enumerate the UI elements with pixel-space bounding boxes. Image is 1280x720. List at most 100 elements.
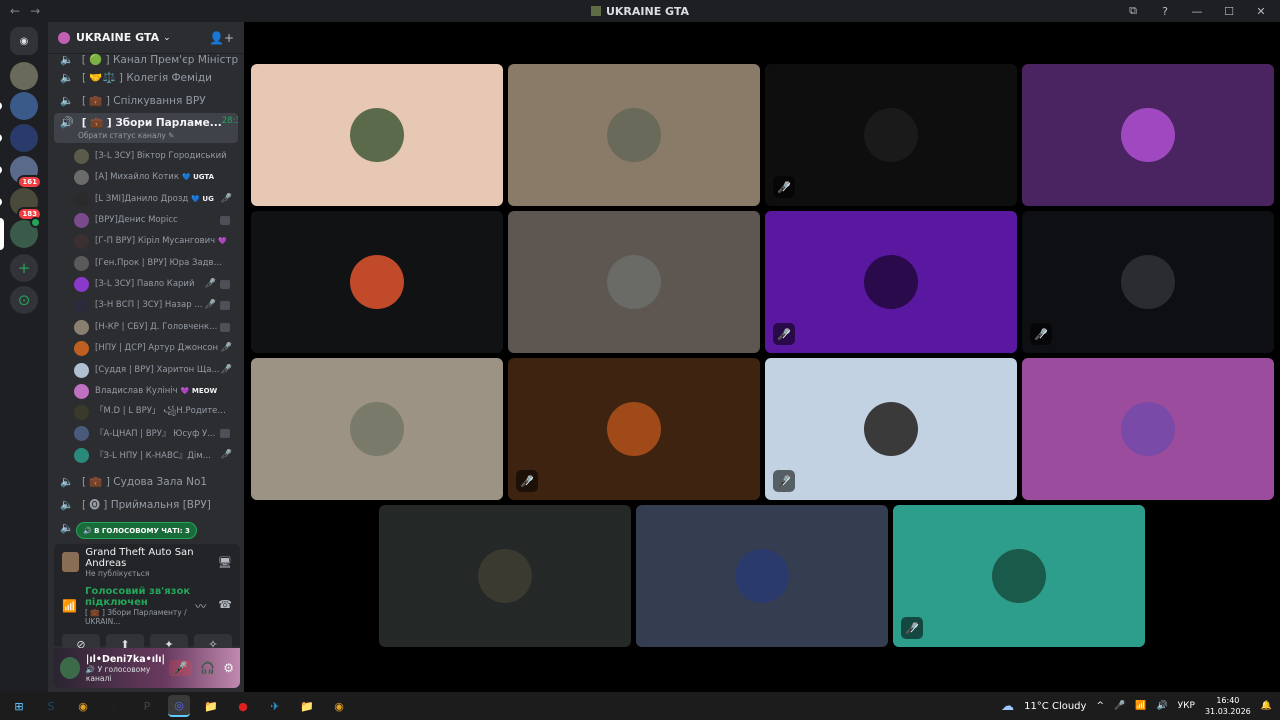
voice-member[interactable]: [Ген.Прок | ВРУ] Юра Задверняк <box>74 253 238 273</box>
voice-member[interactable]: [Г-П ВРУ] Кіріл Мусангович 💜 <box>74 231 238 251</box>
voice-channel[interactable]: 🔈 [ 💼 ] Спілкування ВРУ <box>54 90 238 110</box>
voice-member[interactable]: [З-Н ВСП | ЗСУ] Назар ... 🎤̸ <box>74 295 238 315</box>
discover-icon[interactable]: ⊙ <box>10 286 38 314</box>
voice-channel[interactable]: 🔈 [ 🅞 ] Приймальня [ВРУ] <box>54 494 238 514</box>
volume-icon[interactable]: 🔊 <box>1156 701 1167 711</box>
tiktok-icon[interactable]: ♪ <box>104 695 126 717</box>
weather-text[interactable]: 11°C Cloudy <box>1024 701 1086 712</box>
video-tile[interactable]: 🎤̸ <box>765 64 1017 206</box>
language-indicator[interactable]: УКР <box>1178 701 1195 711</box>
video-tile[interactable]: 🎤̸ <box>893 505 1145 647</box>
close-button[interactable]: ✕ <box>1254 5 1268 18</box>
channel-status-button[interactable]: Обрати статус каналу ✎ <box>78 131 174 140</box>
app-icon[interactable]: P <box>136 695 158 717</box>
server-rail: ◉ 161 183 + ⊙ <box>0 22 48 692</box>
user-avatar[interactable] <box>60 657 80 679</box>
inbox-icon[interactable]: ⧉ <box>1126 4 1140 18</box>
voice-member[interactable]: 『А-ЦНАП | ВРУ』 Юсуф У... <box>74 423 238 443</box>
video-tile[interactable] <box>251 358 503 500</box>
clock-date: 31.03.2026 <box>1204 707 1251 716</box>
voice-member[interactable]: [ВРУ]Денис Морісс <box>74 210 238 230</box>
start-icon[interactable]: ⊞ <box>8 695 30 717</box>
stream-icon[interactable]: 🖥 <box>218 556 232 569</box>
tray-overflow-icon[interactable]: ^ <box>1096 701 1104 711</box>
headset-icon[interactable]: 🎧 <box>200 661 215 675</box>
muted-mic-icon: 🎤̸ <box>901 617 923 639</box>
participant-avatar <box>607 255 661 309</box>
video-tile[interactable] <box>251 211 503 353</box>
member-name: [Ген.Прок | ВРУ] Юра Задверняк <box>95 258 227 268</box>
video-tile[interactable] <box>1022 64 1274 206</box>
voice-member[interactable]: [Суддя | ВРУ] Харитон Ща... 🎤̸ <box>74 360 238 380</box>
disconnect-icon[interactable]: ☎ <box>218 598 232 614</box>
server-icon-4[interactable]: 161 <box>0 156 42 189</box>
voice-member[interactable]: [А] Михайло Котик 💙 UGTA <box>74 167 238 187</box>
record-icon[interactable]: ● <box>232 695 254 717</box>
minimize-button[interactable]: — <box>1190 5 1204 18</box>
server-icon-3[interactable] <box>0 124 38 152</box>
voice-member[interactable]: 『З-L НПУ | К-НАВС』Дім... 🎤̸ <box>74 445 238 465</box>
voice-member[interactable]: Владислав Кулініч 💜 MEOW <box>74 381 238 401</box>
status-icon <box>220 322 230 332</box>
folder-icon[interactable]: 📁 <box>296 695 318 717</box>
channel-label: [ 💼 ] Судова Зала No1 <box>82 475 208 488</box>
video-tile[interactable]: 🎤̸ <box>765 358 1017 500</box>
speaker-icon: 🔈 <box>60 497 74 511</box>
voice-member[interactable]: [НПУ | ДСР] Артур Джонсон 🎤̸ <box>74 338 238 358</box>
clock[interactable]: 16:40 31.03.2026 <box>1205 695 1251 717</box>
video-tile[interactable]: 🎤̸ <box>765 211 1017 353</box>
video-tile[interactable]: 🎤̸ <box>1022 211 1274 353</box>
voice-channel[interactable]: 🔈 [ 💼 ] Судова Зала No1 <box>54 471 238 491</box>
voice-member[interactable]: [З-L ЗСУ] Віктор Городиський <box>74 146 238 166</box>
video-tile[interactable] <box>636 505 888 647</box>
maximize-button[interactable]: ☐ <box>1222 5 1236 18</box>
chrome-icon[interactable]: ◉ <box>328 695 350 717</box>
add-server-button[interactable]: + <box>10 254 38 282</box>
noise-suppression-icon[interactable]: 〰 <box>195 598 206 614</box>
folder-icon[interactable]: 📁 <box>200 695 222 717</box>
video-tile[interactable]: 🎤̸ <box>508 358 760 500</box>
video-tile[interactable] <box>251 64 503 206</box>
mute-mic-icon[interactable]: 🎤̸ <box>169 660 193 676</box>
status-icon <box>220 300 230 310</box>
participant-avatar <box>350 108 404 162</box>
member-name: [З-L ЗСУ] Павло Карий <box>95 279 195 289</box>
video-tile[interactable] <box>508 64 760 206</box>
telegram-icon[interactable]: ✈ <box>264 695 286 717</box>
video-tile[interactable] <box>379 505 631 647</box>
steam-icon[interactable]: S <box>40 695 62 717</box>
voice-channel-path[interactable]: [ 💼 ] Збори Парламенту / UKRAIN... <box>85 608 195 626</box>
voice-channel-active[interactable]: 🔊 [ 💼 ] Збори Парламе... 28:34 Обрати ст… <box>54 113 238 143</box>
voice-chat-count-badge[interactable]: 🔊 В ГОЛОСОВОМУ ЧАТІ: 3 <box>76 522 197 539</box>
voice-member[interactable]: [L ЗМІ]Данило Дрозд 💙 UG 🎤̸ <box>74 189 238 209</box>
discord-icon[interactable]: ◎ <box>168 695 190 717</box>
notification-icon[interactable]: 🔔 <box>1261 701 1272 711</box>
voice-member[interactable]: [З-L ЗСУ] Павло Карий 🎤̸ <box>74 274 238 294</box>
member-name: [З-L ЗСУ] Віктор Городиський <box>95 151 227 161</box>
voice-channel[interactable]: 🔈 [ 🤝⚖️ ] Колегія Феміди <box>54 67 238 87</box>
help-icon[interactable]: ? <box>1158 5 1172 18</box>
chrome-icon[interactable]: ◉ <box>72 695 94 717</box>
member-name: Владислав Кулініч <box>95 386 178 396</box>
server-icon-active[interactable] <box>0 217 41 250</box>
mention-badge: 161 <box>17 175 42 189</box>
settings-icon[interactable]: ⚙ <box>223 661 234 675</box>
member-name: [А] Михайло Котик <box>95 172 179 182</box>
network-icon[interactable]: 📶 <box>1135 701 1146 711</box>
server-icon-2[interactable] <box>0 92 38 120</box>
participant-avatar <box>864 402 918 456</box>
weather-icon[interactable]: ☁ <box>1001 699 1014 714</box>
server-icon-1[interactable] <box>10 62 38 90</box>
server-icon-5[interactable]: 183 <box>0 188 42 221</box>
voice-channel[interactable]: 🔈 [ 🟢 ] Канал Прем'єр Міністра <box>54 49 238 69</box>
voice-member[interactable]: 「M.D | L ВРУ」 ꧁Н.Родителев꧂ <box>74 402 238 422</box>
muted-mic-icon: 🎤̸ <box>773 176 795 198</box>
microphone-icon[interactable]: 🎤 <box>1114 701 1125 711</box>
voice-member[interactable]: [Н-КР | СБУ] Д. Головченк... <box>74 317 238 337</box>
member-name: [L ЗМІ]Данило Дрозд <box>95 194 189 204</box>
discord-home-icon[interactable]: ◉ <box>10 27 38 55</box>
video-tile[interactable] <box>508 211 760 353</box>
video-tile[interactable] <box>1022 358 1274 500</box>
signal-icon[interactable]: 📶 <box>62 599 77 613</box>
invite-icon[interactable]: 👤+ <box>209 31 234 45</box>
